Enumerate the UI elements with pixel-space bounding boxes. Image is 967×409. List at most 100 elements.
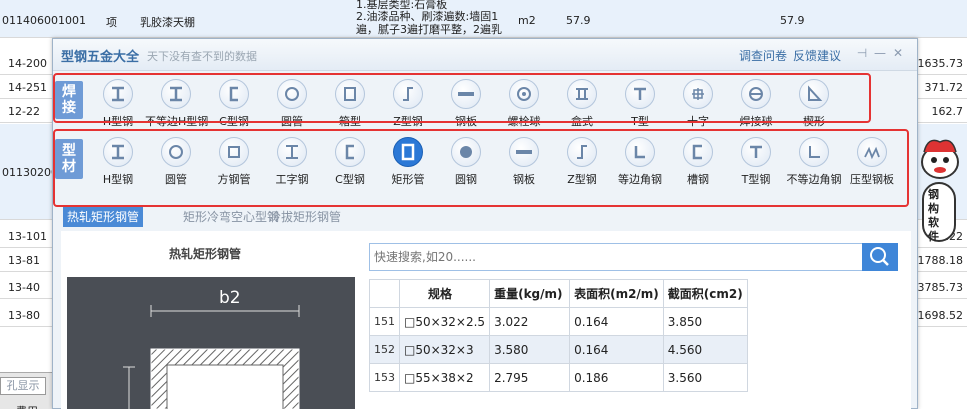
- steel-type-item[interactable]: Z型钢: [377, 79, 439, 129]
- steel-type-item[interactable]: 盒式: [551, 79, 613, 129]
- steel-type-item[interactable]: 槽钢: [667, 137, 729, 187]
- survey-link[interactable]: 调查问卷: [739, 47, 787, 64]
- steel-type-label: H型钢: [102, 115, 134, 128]
- spec-table: 规格 重量(kg/m) 表面积(m2/m) 截面积(cm2) 151 □50×3…: [369, 279, 748, 392]
- steel-type-item[interactable]: 圆钢: [435, 137, 497, 187]
- steel-type-item[interactable]: Z型钢: [551, 137, 613, 187]
- i-beam-icon: [277, 137, 307, 167]
- feedback-link[interactable]: 反馈建议: [793, 47, 841, 64]
- table-row[interactable]: 151 □50×32×2.5 3.022 0.164 3.850: [369, 307, 748, 336]
- steel-type-item[interactable]: 工字钢: [261, 137, 323, 187]
- cell-spec: □55×38×2: [398, 363, 491, 392]
- steel-type-item[interactable]: 钢板: [493, 137, 555, 187]
- tab-hot-rolled[interactable]: 热轧矩形钢管: [63, 207, 144, 227]
- steel-type-item[interactable]: H型钢: [87, 137, 149, 187]
- plate-icon: [451, 79, 481, 109]
- steel-type-item[interactable]: 方钢管: [203, 137, 265, 187]
- steel-type-item[interactable]: 等边角钢: [609, 137, 671, 187]
- steel-type-item[interactable]: 十字: [667, 79, 729, 129]
- steel-type-label: 压型钢板: [850, 173, 894, 186]
- steel-type-label: Z型钢: [567, 173, 597, 186]
- search-input[interactable]: [370, 244, 860, 270]
- dialog-subtitle: 天下没有查不到的数据: [147, 50, 257, 63]
- steel-type-item[interactable]: T型: [609, 79, 671, 129]
- h-beam-icon: [103, 79, 133, 109]
- mascot-logo[interactable]: 钢 构 软 件: [916, 132, 964, 244]
- steel-type-label: 矩形管: [391, 173, 425, 186]
- round-tube-icon: [277, 79, 307, 109]
- steel-type-item[interactable]: C型钢: [203, 79, 265, 129]
- steel-type-label: C型钢: [219, 115, 249, 128]
- steel-type-item[interactable]: 不等边H型钢: [145, 79, 208, 129]
- category-label-char: 型: [62, 143, 76, 159]
- steel-type-label: 等边角钢: [618, 173, 662, 186]
- box-type-icon: [567, 79, 597, 109]
- cell-surface: 0.186: [569, 363, 664, 392]
- steel-type-item[interactable]: 螺栓球: [493, 79, 555, 129]
- bottom-tab-fee[interactable]: 费用: [16, 403, 38, 409]
- steel-type-label: 箱型: [339, 115, 361, 128]
- search-button[interactable]: [862, 243, 898, 271]
- category-profile: 型 材 H型钢 圆管 方钢管 工字钢 C型钢 矩形管 圆钢 钢板 Z型钢 等边角钢 槽钢 T型钢 不等边…: [53, 135, 917, 193]
- t-section-icon: [741, 137, 771, 167]
- close-icon[interactable]: ✕: [891, 46, 905, 60]
- pin-icon[interactable]: ⊣: [855, 46, 869, 60]
- steel-type-item[interactable]: 不等边角钢: [783, 137, 845, 187]
- h-beam-icon: [161, 79, 191, 109]
- row-value: 1635.73: [917, 57, 964, 70]
- table-header[interactable]: 重量(kg/m): [489, 279, 571, 308]
- cell-area: 4.560: [662, 335, 748, 364]
- bottom-panel: 孔显示 费用: [0, 372, 60, 409]
- steel-type-item[interactable]: 钢板: [435, 79, 497, 129]
- dimension-label-t1: t1: [175, 374, 191, 393]
- steel-type-item[interactable]: C型钢: [319, 137, 381, 187]
- steel-type-item[interactable]: H型钢: [87, 79, 149, 129]
- row-value: 3785.73: [917, 281, 964, 294]
- steel-type-label: Z型钢: [393, 115, 423, 128]
- cell-surface: 0.164: [569, 335, 664, 364]
- cell-area: 3.850: [662, 307, 748, 336]
- steel-type-item[interactable]: 楔形: [783, 79, 845, 129]
- bottom-tab[interactable]: 孔显示: [0, 377, 46, 395]
- dialog-titlebar[interactable]: 型钢五金大全 天下没有查不到的数据 调查问卷 反馈建议 ⊣ — ✕: [53, 39, 917, 71]
- steel-type-item[interactable]: T型钢: [725, 137, 787, 187]
- steel-type-label: 圆管: [281, 115, 303, 128]
- table-header[interactable]: 截面积(cm2): [662, 279, 748, 308]
- steel-type-item[interactable]: 压型钢板: [841, 137, 903, 187]
- minimize-icon[interactable]: —: [873, 46, 887, 60]
- steel-type-label: 圆管: [165, 173, 187, 186]
- cell-area: 3.560: [662, 363, 748, 392]
- row-index: 151: [369, 307, 400, 336]
- steel-type-item[interactable]: 焊接球: [725, 79, 787, 129]
- steel-type-label: 工字钢: [275, 173, 309, 186]
- c-channel-icon: [219, 79, 249, 109]
- steel-type-item[interactable]: 箱型: [319, 79, 381, 129]
- steel-type-item[interactable]: 圆管: [261, 79, 323, 129]
- steel-type-label: T型钢: [741, 173, 771, 186]
- cell-weight: 3.022: [489, 307, 571, 336]
- steel-type-item[interactable]: 圆管: [145, 137, 207, 187]
- steel-type-item[interactable]: 矩形管: [377, 137, 439, 187]
- cell-spec: □50×32×3: [398, 335, 491, 364]
- cell-surface: 0.164: [569, 307, 664, 336]
- table-header[interactable]: 表面积(m2/m): [569, 279, 664, 308]
- table-header-index: [369, 279, 400, 308]
- row-value: 1788.18: [917, 254, 964, 267]
- cell-spec: □50×32×2.5: [398, 307, 491, 336]
- tab-cold-formed[interactable]: 矩形冷弯空心型钢: [183, 207, 279, 227]
- table-row[interactable]: 152 □50×32×3 3.580 0.164 4.560: [369, 335, 748, 364]
- weld-ball-icon: [741, 79, 771, 109]
- row-value: 1698.52: [917, 309, 964, 322]
- channel-icon: [683, 137, 713, 167]
- table-row[interactable]: 153 □55×38×2 2.795 0.186 3.560: [369, 363, 748, 392]
- search-box: [369, 243, 863, 271]
- table-header[interactable]: 规格: [398, 279, 491, 308]
- steel-type-label: 盒式: [571, 115, 593, 128]
- category-label-profile: 型 材: [55, 139, 83, 179]
- angle-icon: [625, 137, 655, 167]
- row-code: 011406001001: [2, 14, 86, 27]
- row-name: 乳胶漆天棚: [140, 16, 195, 29]
- table-row[interactable]: 011406001001 项 乳胶漆天棚 1.基层类型:石膏板 2.油漆品种、刷…: [0, 0, 967, 38]
- tab-cold-drawn[interactable]: 冷拔矩形钢管: [269, 207, 341, 227]
- row-code: 13-40: [8, 281, 40, 294]
